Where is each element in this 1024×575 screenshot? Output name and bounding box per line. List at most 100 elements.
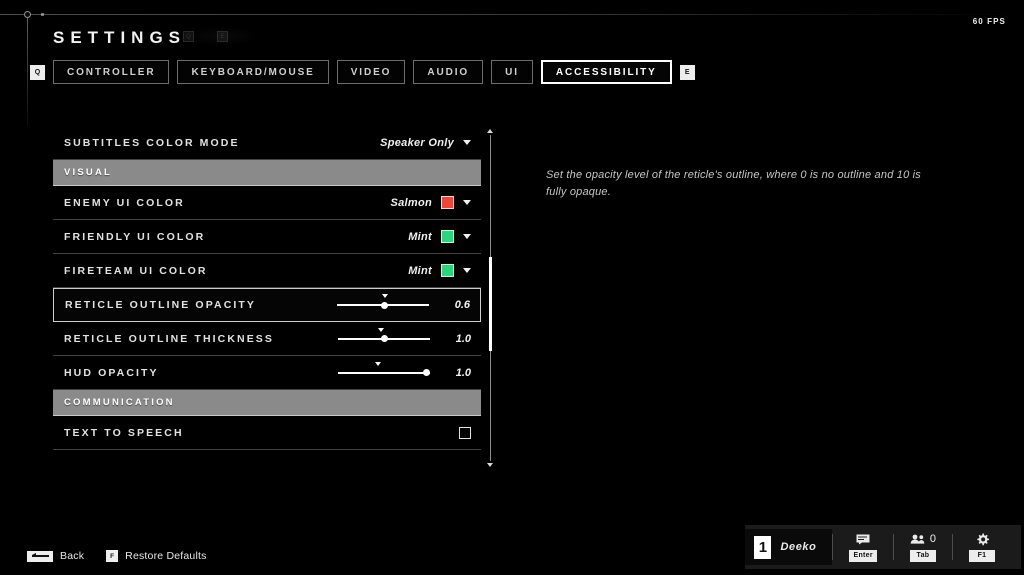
chevron-down-icon[interactable] — [463, 200, 471, 205]
settings-section-header: VISUAL — [53, 160, 481, 186]
hud-player-name: Deeko — [780, 541, 817, 553]
settings-row-label: HUD OPACITY — [64, 366, 159, 379]
hud-settings-top — [976, 533, 989, 546]
slider-knob[interactable] — [422, 369, 430, 376]
settings-row-control[interactable]: Mint — [408, 264, 471, 277]
settings-row-value: Speaker Only — [380, 136, 454, 149]
hud-settings-key: F1 — [969, 549, 995, 562]
title-hint-key-right: E — [217, 31, 228, 42]
hud-players-top: 0 — [910, 533, 936, 546]
bottom-action-bar: Back F Restore Defaults — [27, 550, 207, 562]
restore-defaults-label: Restore Defaults — [125, 550, 207, 562]
frame-node-dot — [41, 13, 44, 16]
hud-rank-badge: 1 — [754, 535, 772, 559]
fps-counter: 60 FPS — [972, 17, 1006, 26]
title-hint-key-left: Q — [183, 31, 194, 42]
title-hint-keys: Q E — [179, 26, 261, 46]
hud-players-count: 0 — [929, 533, 936, 545]
settings-row[interactable]: TEXT TO SPEECH — [53, 416, 481, 450]
color-swatch — [441, 196, 454, 209]
setting-description: Set the opacity level of the reticle's o… — [546, 169, 922, 199]
tab-audio[interactable]: AUDIO — [413, 60, 484, 84]
settings-row-value: Mint — [408, 230, 432, 243]
settings-row-control[interactable]: 1.0 — [338, 327, 471, 346]
settings-row[interactable]: FRIENDLY UI COLOR Mint — [53, 220, 481, 254]
slider-knob[interactable] — [381, 301, 389, 309]
checkbox[interactable] — [459, 426, 471, 439]
settings-row[interactable]: RETICLE OUTLINE THICKNESS 1.0 — [53, 322, 481, 356]
hud-chat-key: Enter — [849, 549, 877, 562]
slider-default-tick-icon — [381, 294, 388, 298]
settings-row-label: VISUAL — [64, 167, 113, 178]
settings-row-value: Salmon — [390, 196, 432, 209]
settings-row-label: COMMUNICATION — [64, 397, 175, 408]
chat-icon — [856, 534, 870, 545]
hud-chat-action[interactable]: Enter — [833, 525, 892, 569]
player-hud: 1 Deeko Enter 0 Tab F1 — [745, 525, 1021, 569]
frame-left-line — [27, 14, 28, 126]
settings-row[interactable]: SUBTITLES COLOR MODE Speaker Only — [53, 126, 481, 160]
slider-value: 1.0 — [455, 366, 471, 379]
hud-player-card[interactable]: 1 Deeko — [745, 529, 833, 565]
slider-control[interactable] — [338, 361, 430, 380]
color-swatch — [441, 264, 454, 277]
slider-default-tick-icon — [378, 327, 385, 332]
tab-prev-key[interactable]: Q — [30, 64, 45, 80]
settings-row-control[interactable]: 1.0 — [338, 361, 471, 380]
settings-row-label: FRIENDLY UI COLOR — [64, 230, 206, 243]
tab-next-key[interactable]: E — [679, 64, 695, 80]
slider-default-tick-icon — [375, 361, 382, 366]
settings-row-label: SUBTITLES COLOR MODE — [64, 136, 240, 149]
back-action[interactable]: Back — [27, 550, 84, 562]
chevron-down-icon[interactable] — [463, 268, 471, 273]
settings-row-control[interactable]: Salmon — [390, 196, 471, 209]
tab-accessibility[interactable]: ACCESSIBILITY — [540, 60, 672, 84]
hud-settings-action[interactable]: F1 — [953, 525, 1011, 569]
settings-tab-bar: Q CONTROLLER KEYBOARD/MOUSE VIDEO AUDIO … — [30, 60, 695, 84]
frame-node-circle — [24, 11, 31, 18]
back-label: Back — [60, 550, 85, 562]
settings-row-value: Mint — [408, 264, 432, 277]
settings-row-label: FIRETEAM UI COLOR — [64, 264, 208, 277]
settings-row-label: RETICLE OUTLINE THICKNESS — [64, 332, 275, 345]
tab-video[interactable]: VIDEO — [336, 60, 406, 84]
color-swatch — [441, 230, 454, 243]
settings-list: SUBTITLES COLOR MODE Speaker Only VISUAL EN… — [53, 126, 481, 471]
gear-icon — [976, 533, 989, 546]
settings-row-label: RETICLE OUTLINE OPACITY — [65, 299, 257, 311]
restore-defaults-action[interactable]: F Restore Defaults — [106, 550, 206, 562]
slider-knob[interactable] — [380, 335, 388, 342]
slider-track[interactable] — [338, 371, 430, 374]
settings-row[interactable]: ENEMY UI COLOR Salmon — [53, 186, 481, 220]
hud-chat-top — [856, 533, 870, 546]
settings-row[interactable]: RETICLE OUTLINE OPACITY 0.6 — [53, 288, 481, 322]
settings-row-control[interactable]: Mint — [408, 230, 471, 243]
slider-value: 1.0 — [455, 332, 471, 345]
chevron-down-icon[interactable] — [463, 234, 471, 239]
scroll-up-arrow-icon[interactable] — [487, 129, 493, 133]
settings-scrollbar[interactable] — [487, 129, 493, 467]
slider-value: 0.6 — [454, 299, 470, 311]
settings-section-header: COMMUNICATION — [53, 390, 481, 416]
settings-row[interactable]: FIRETEAM UI COLOR Mint — [53, 254, 481, 288]
settings-row-control[interactable] — [459, 426, 471, 439]
tab-ui[interactable]: UI — [491, 60, 533, 84]
settings-row-label: ENEMY UI COLOR — [64, 196, 185, 209]
chevron-down-icon[interactable] — [463, 140, 471, 145]
settings-row-label: TEXT TO SPEECH — [64, 426, 184, 439]
tab-controller[interactable]: CONTROLLER — [53, 60, 170, 84]
scrollbar-thumb[interactable] — [489, 256, 492, 352]
people-icon — [910, 534, 925, 544]
slider-control[interactable] — [338, 327, 430, 346]
settings-row[interactable]: HUD OPACITY 1.0 — [53, 356, 481, 390]
restore-key-icon: F — [106, 550, 119, 562]
tab-keyboard-mouse[interactable]: KEYBOARD/MOUSE — [177, 60, 329, 84]
settings-row-control[interactable]: 0.6 — [337, 294, 470, 312]
hud-players-key: Tab — [909, 549, 936, 562]
slider-control[interactable] — [337, 294, 429, 312]
page-title: SETTINGS — [53, 28, 187, 47]
hud-players-action[interactable]: 0 Tab — [894, 525, 952, 569]
settings-row-control[interactable]: Speaker Only — [380, 137, 471, 149]
frame-top-line — [0, 14, 1024, 15]
scroll-down-arrow-icon[interactable] — [487, 463, 493, 467]
